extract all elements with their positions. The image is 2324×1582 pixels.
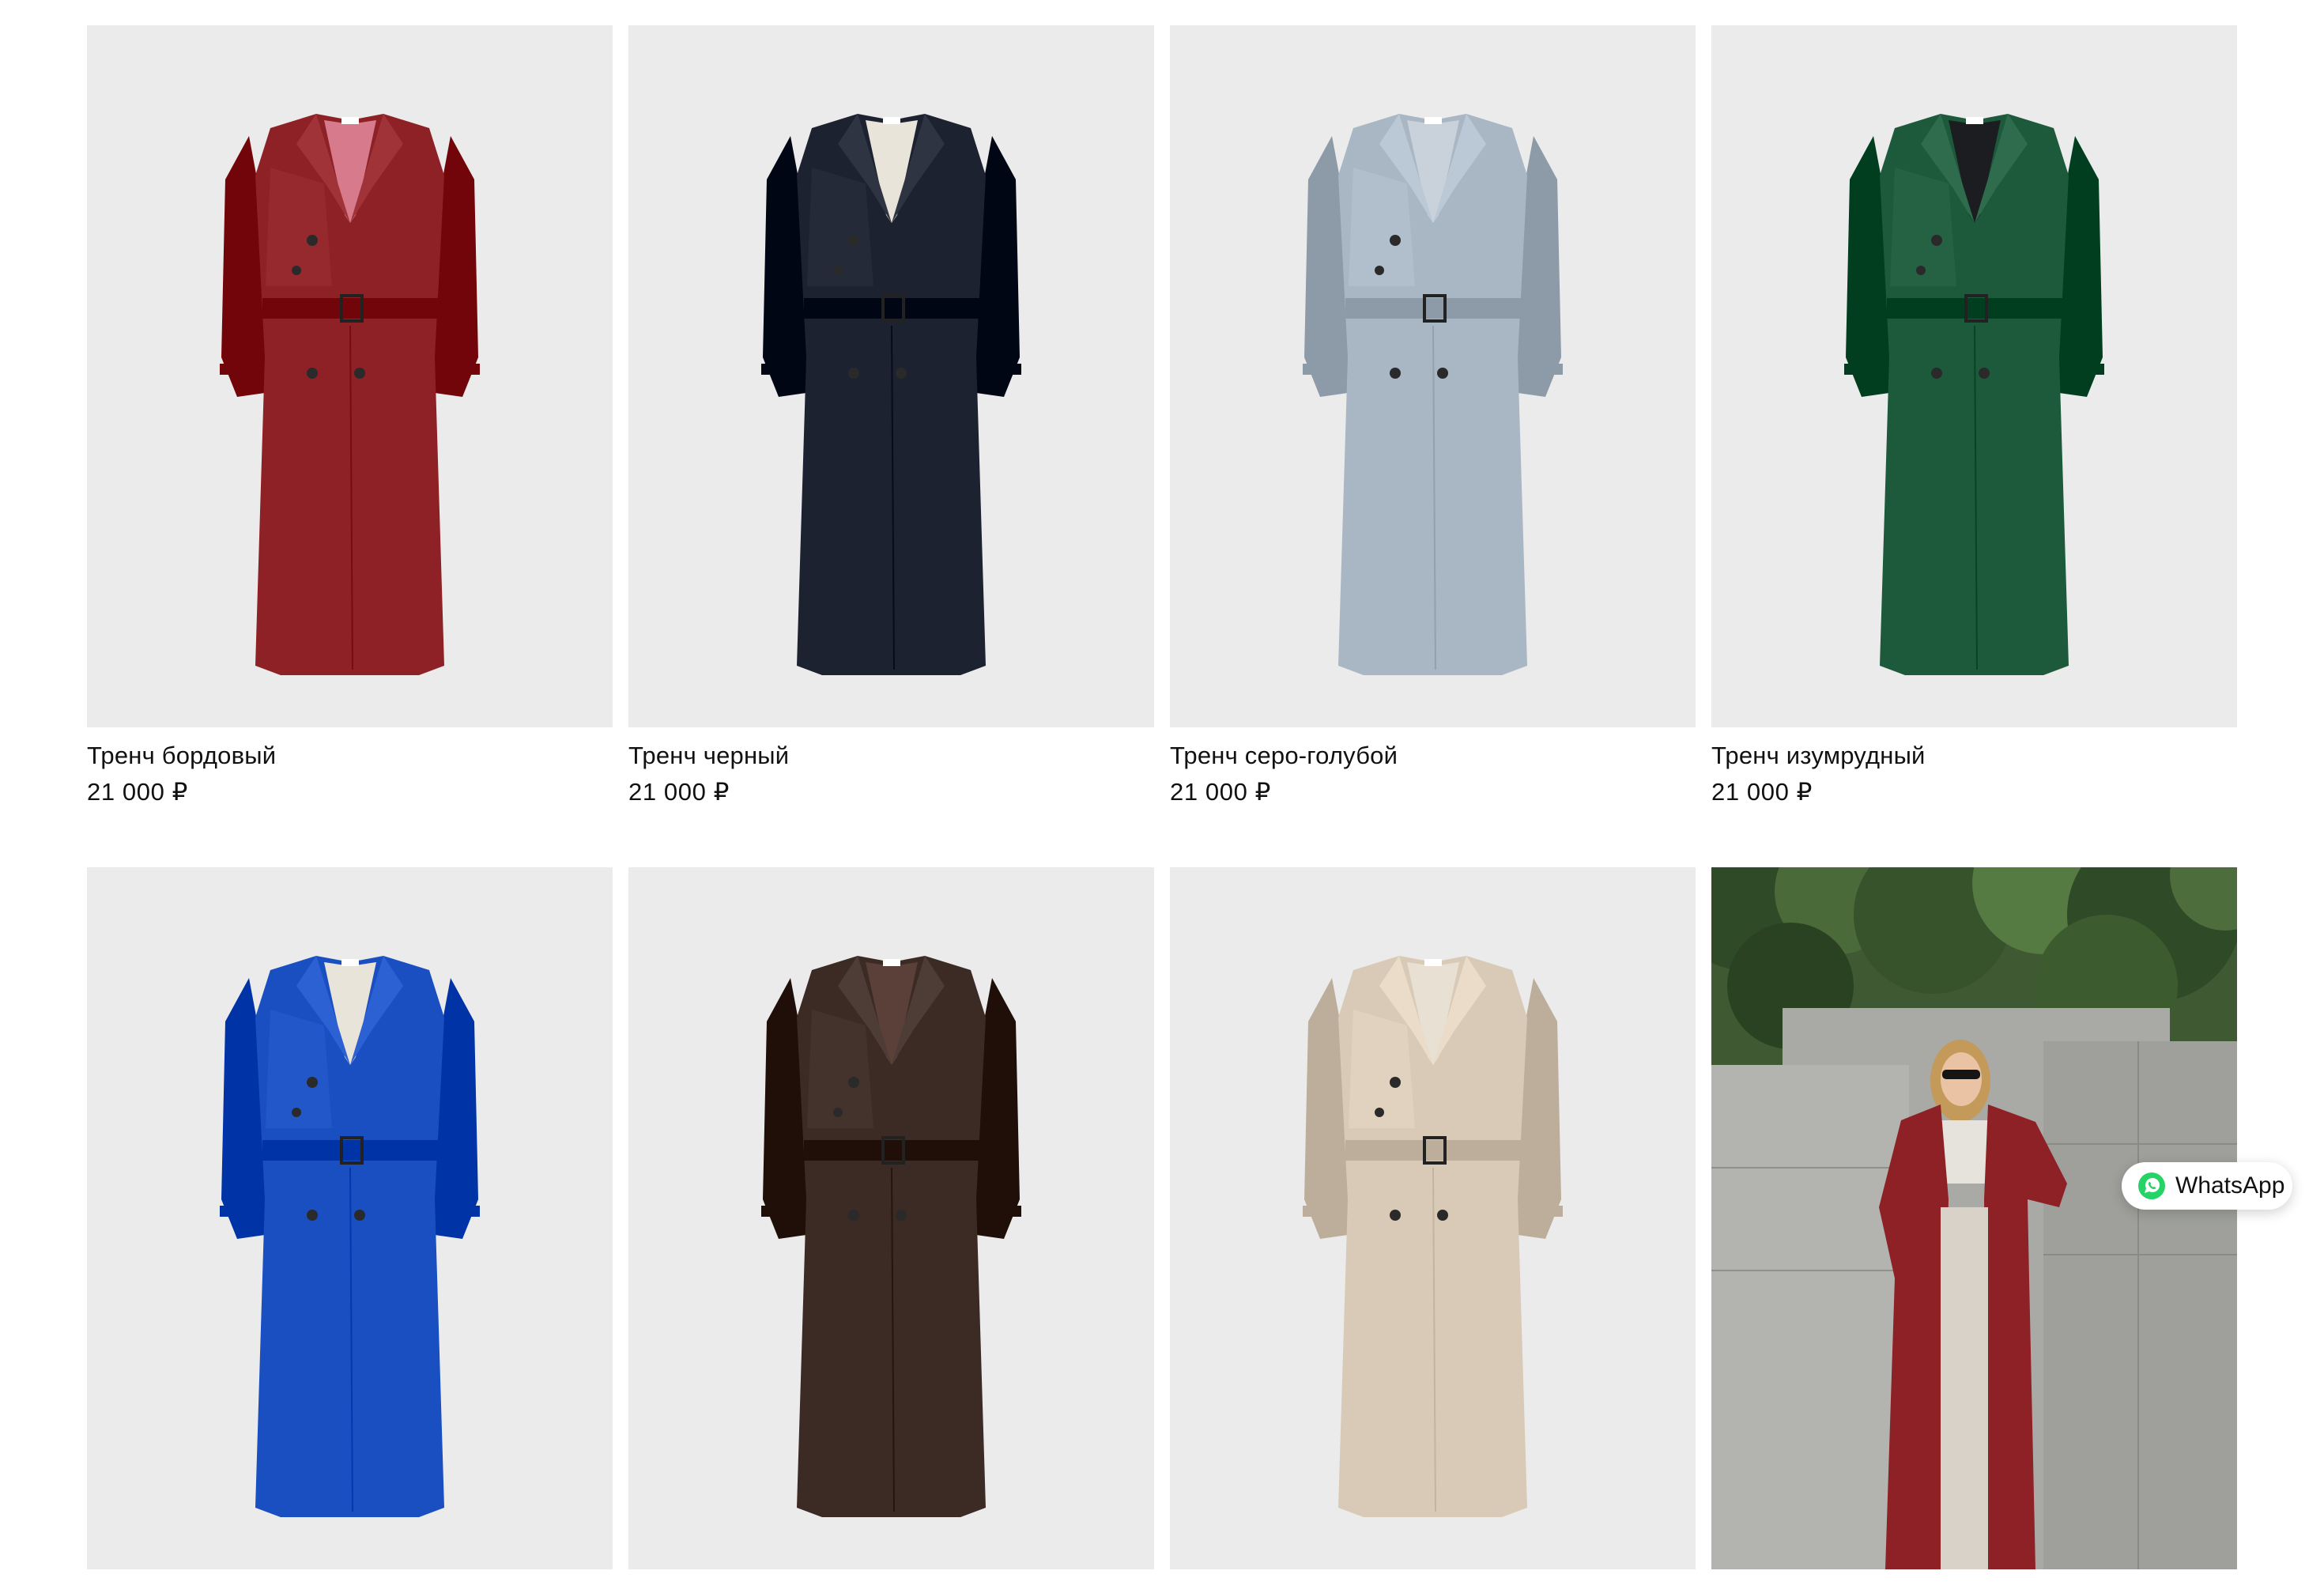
product-image[interactable] <box>87 25 613 727</box>
model-photo <box>1711 867 2237 1569</box>
coat-image <box>761 114 1021 675</box>
coat-image <box>220 956 480 1517</box>
coat-image <box>220 114 480 675</box>
product-card[interactable]: Тренч изумрудный 21 000 ₽ <box>1711 25 2237 808</box>
product-card[interactable] <box>1170 867 1696 1582</box>
product-card[interactable]: Тренч черный 21 000 ₽ <box>628 25 1154 808</box>
product-price: 21 000 ₽ <box>628 778 730 806</box>
product-image[interactable] <box>87 867 613 1569</box>
product-title[interactable]: Тренч бордовый <box>87 740 613 772</box>
whatsapp-button[interactable]: WhatsApp <box>2122 1162 2292 1210</box>
product-image[interactable] <box>1711 25 2237 727</box>
product-card[interactable]: Тренч серо-голубой 21 000 ₽ <box>1170 25 1696 808</box>
coat-image <box>1844 114 2104 675</box>
product-image[interactable] <box>1170 867 1696 1569</box>
product-card[interactable] <box>1711 867 2237 1582</box>
product-grid: Тренч бордовый 21 000 ₽ Тренч черный 21 … <box>87 25 2237 1582</box>
whatsapp-icon <box>2138 1172 2165 1199</box>
product-card[interactable]: Тренч бордовый 21 000 ₽ <box>87 25 613 808</box>
product-title[interactable]: Тренч черный <box>628 740 1154 772</box>
coat-image <box>1303 114 1563 675</box>
coat-image <box>1303 956 1563 1517</box>
product-price: 21 000 ₽ <box>87 778 188 806</box>
product-price: 21 000 ₽ <box>1170 778 1271 806</box>
product-price: 21 000 ₽ <box>1711 778 1813 806</box>
product-image[interactable] <box>1170 25 1696 727</box>
product-card[interactable] <box>628 867 1154 1582</box>
product-title[interactable]: Тренч изумрудный <box>1711 740 2237 772</box>
whatsapp-label: WhatsApp <box>2175 1172 2285 1199</box>
coat-image <box>761 956 1021 1517</box>
product-image[interactable] <box>628 25 1154 727</box>
product-image[interactable] <box>1711 867 2237 1569</box>
product-title[interactable]: Тренч серо-голубой <box>1170 740 1696 772</box>
product-card[interactable] <box>87 867 613 1582</box>
product-image[interactable] <box>628 867 1154 1569</box>
